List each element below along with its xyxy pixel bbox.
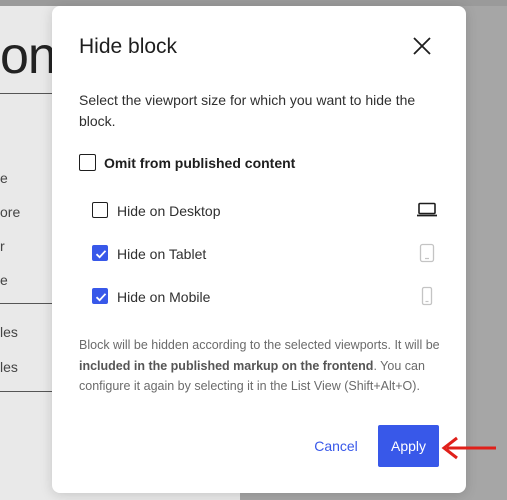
background-divider xyxy=(0,93,52,94)
annotation-arrow-icon xyxy=(441,436,496,460)
omit-checkbox[interactable] xyxy=(79,154,96,171)
background-item: les xyxy=(0,359,18,375)
cancel-button[interactable]: Cancel xyxy=(308,434,364,458)
hide-note: Block will be hidden according to the se… xyxy=(79,335,443,397)
modal-description: Select the viewport size for which you w… xyxy=(79,92,416,129)
hide-block-modal: Hide block Select the viewport size for … xyxy=(52,6,466,493)
background-heading: on xyxy=(0,27,57,85)
hide-tablet-label: Hide on Tablet xyxy=(117,246,207,262)
tablet-icon xyxy=(419,243,435,263)
background-item: e xyxy=(0,272,8,288)
background-item: r xyxy=(0,238,5,254)
hide-mobile-label: Hide on Mobile xyxy=(117,289,211,305)
background-item: les xyxy=(0,324,18,340)
modal-title: Hide block xyxy=(79,35,178,58)
close-button[interactable] xyxy=(410,34,434,58)
mobile-icon xyxy=(421,286,433,306)
omit-label: Omit from published content xyxy=(104,155,296,171)
note-text: Block will be hidden according to the se… xyxy=(79,338,440,352)
hide-desktop-label: Hide on Desktop xyxy=(117,203,221,219)
background-item: ore xyxy=(0,204,21,220)
hide-mobile-checkbox[interactable] xyxy=(92,288,108,304)
checkmark-icon xyxy=(95,250,107,259)
close-icon xyxy=(413,37,431,55)
apply-button[interactable]: Apply xyxy=(378,425,439,467)
background-divider xyxy=(0,391,52,392)
background-item: e xyxy=(0,170,8,186)
checkmark-icon xyxy=(95,293,107,302)
hide-desktop-checkbox[interactable] xyxy=(92,202,108,218)
desktop-icon xyxy=(417,202,437,217)
hide-tablet-checkbox[interactable] xyxy=(92,245,108,261)
background-divider xyxy=(0,303,52,304)
note-bold-text: included in the published markup on the … xyxy=(79,358,374,373)
